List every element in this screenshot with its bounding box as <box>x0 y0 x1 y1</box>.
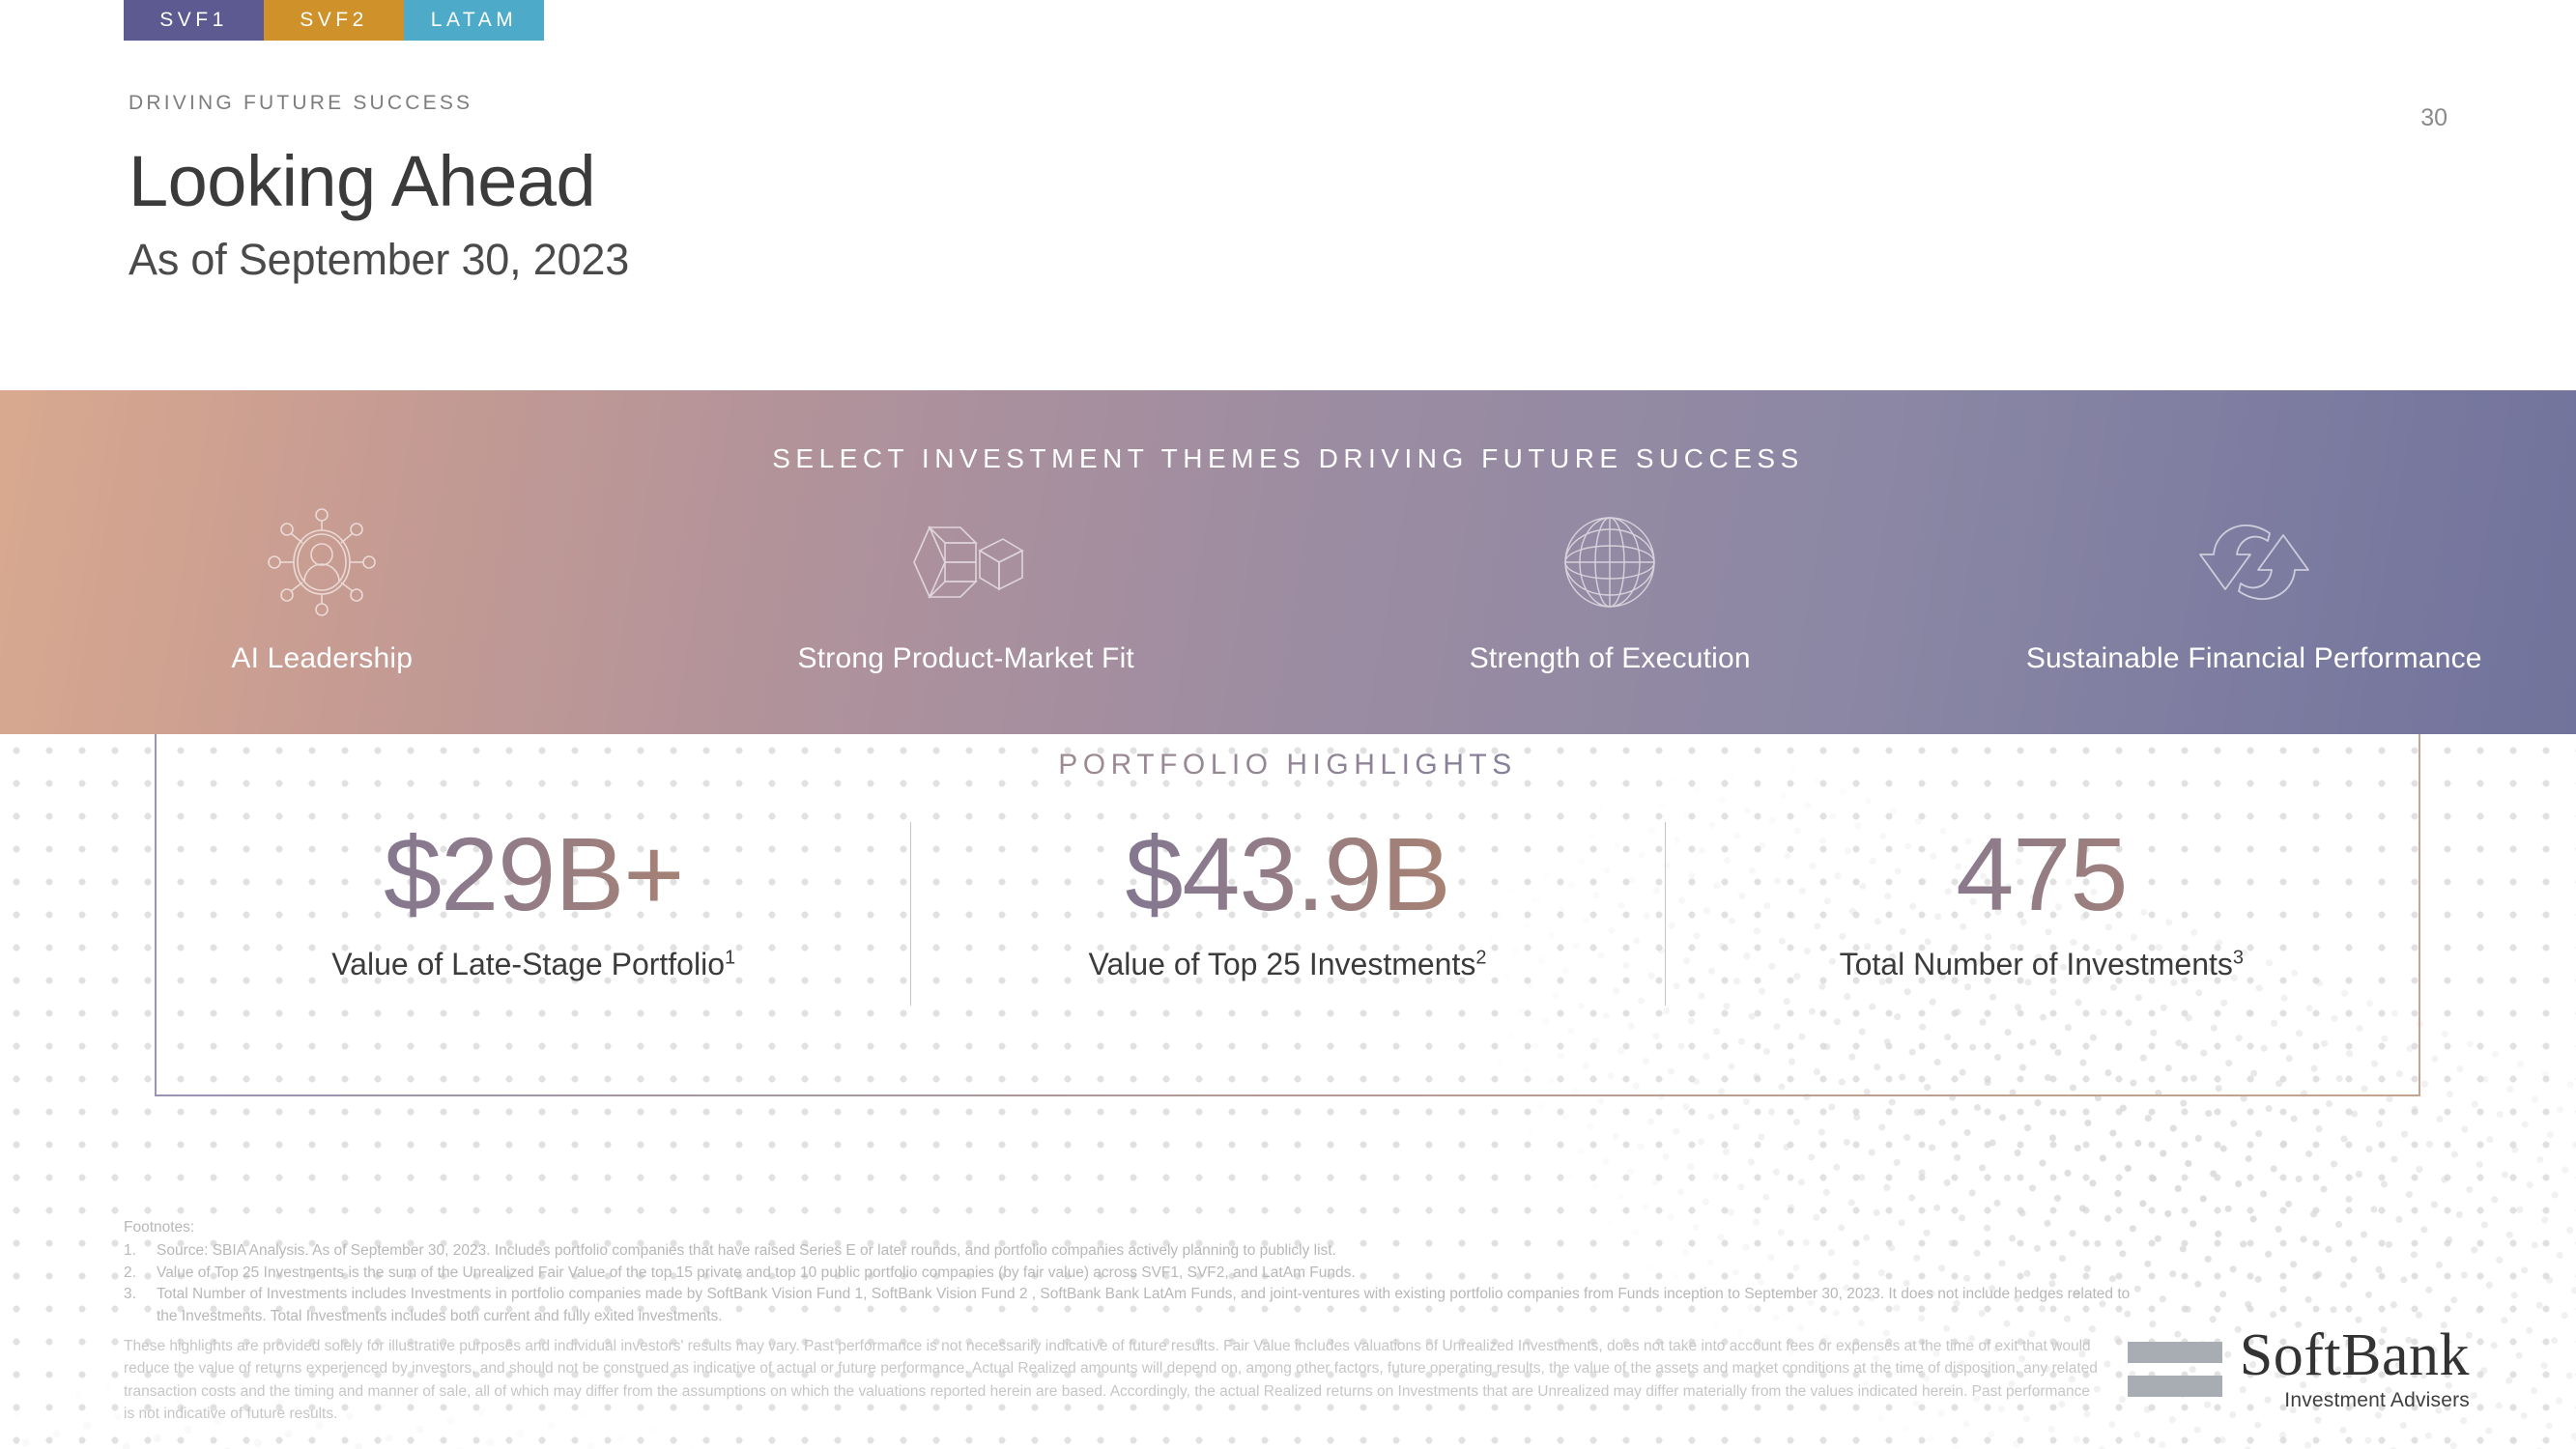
stat-label-text: Value of Late-Stage Portfolio <box>331 946 725 981</box>
stat-footnote-marker: 3 <box>2232 947 2245 969</box>
section-eyebrow: DRIVING FUTURE SUCCESS <box>129 92 473 114</box>
footnotes-block: Footnotes: 1. Source: SBIA Analysis. As … <box>124 1217 2153 1327</box>
highlights-title: PORTFOLIO HIGHLIGHTS <box>157 749 2419 781</box>
theme-ai-leadership: AI Leadership <box>0 505 644 675</box>
ai-network-person-icon <box>266 505 378 619</box>
theme-label: Strong Product-Market Fit <box>797 642 1134 674</box>
softbank-logo: SoftBank Investment Advisers <box>2127 1322 2470 1412</box>
tab-svf2[interactable]: SVF2 <box>264 0 404 41</box>
stat-label: Value of Late-Stage Portfolio1 <box>157 947 910 982</box>
stat-value: $29B+ <box>157 815 910 933</box>
stat-footnote-marker: 1 <box>724 947 736 969</box>
theme-strength-of-execution: Strength of Execution <box>1288 505 1932 675</box>
page-title: Looking Ahead <box>129 141 596 221</box>
footnote-text: Value of Top 25 Investments is the sum o… <box>157 1264 1356 1281</box>
fund-tab-bar: SVF1 SVF2 LATAM <box>124 0 544 41</box>
tab-svf1[interactable]: SVF1 <box>124 0 264 41</box>
theme-label: Sustainable Financial Performance <box>2025 642 2482 674</box>
themes-row: AI Leadership Strong Product-Market Fit <box>0 505 2576 675</box>
slide-header: DRIVING FUTURE SUCCESS Looking Ahead As … <box>129 92 629 285</box>
hexagon-cubes-icon <box>904 505 1028 619</box>
logo-bar-top <box>2127 1342 2222 1364</box>
themes-band-title: SELECT INVESTMENT THEMES DRIVING FUTURE … <box>772 443 1804 473</box>
stats-row: $29B+ Value of Late-Stage Portfolio1 $43… <box>157 815 2419 1006</box>
stat-top-25-investments: $43.9B Value of Top 25 Investments2 <box>910 815 1664 1006</box>
logo-subtitle: Investment Advisers <box>2284 1389 2470 1411</box>
tab-svf2-label: SVF2 <box>300 9 368 31</box>
logo-text: SoftBank Investment Advisers <box>2239 1322 2470 1412</box>
tab-latam[interactable]: LATAM <box>404 0 544 41</box>
disclaimer-text: These highlights are provided solely for… <box>124 1338 2098 1422</box>
stat-label-text: Value of Top 25 Investments <box>1088 946 1476 981</box>
theme-product-market-fit: Strong Product-Market Fit <box>644 505 1289 675</box>
stat-late-stage-portfolio: $29B+ Value of Late-Stage Portfolio1 <box>157 815 910 982</box>
stat-value: 475 <box>1665 815 2419 933</box>
highlights-card: PORTFOLIO HIGHLIGHTS $29B+ Value of Late… <box>155 734 2420 1096</box>
theme-label: Strength of Execution <box>1469 642 1751 674</box>
page-number: 30 <box>2420 104 2447 131</box>
footnote-item: 1. Source: SBIA Analysis. As of Septembe… <box>124 1240 2153 1262</box>
footnote-number: 3. <box>124 1286 136 1303</box>
page-subtitle: As of September 30, 2023 <box>129 234 630 284</box>
footnotes-heading: Footnotes: <box>124 1219 195 1236</box>
circular-arrows-icon <box>2194 505 2314 619</box>
investment-themes-band: SELECT INVESTMENT THEMES DRIVING FUTURE … <box>0 390 2576 734</box>
footnote-item: 3. Total Number of Investments includes … <box>124 1284 2153 1327</box>
logo-bar-bottom <box>2127 1376 2222 1398</box>
theme-sustainable-financial-performance: Sustainable Financial Performance <box>1932 505 2576 675</box>
footnote-number: 2. <box>124 1264 136 1281</box>
stat-total-investments: 475 Total Number of Investments3 <box>1664 815 2419 1006</box>
globe-wireframe-icon <box>1556 505 1664 619</box>
stat-label: Value of Top 25 Investments2 <box>910 947 1664 982</box>
footnote-number: 1. <box>124 1242 136 1260</box>
tab-latam-label: LATAM <box>430 9 518 31</box>
stat-footnote-marker: 2 <box>1475 947 1487 969</box>
stat-label-text: Total Number of Investments <box>1839 946 2233 981</box>
stat-value: $43.9B <box>910 815 1664 933</box>
tab-svf1-label: SVF1 <box>159 9 228 31</box>
logo-name: SoftBank <box>2239 1322 2470 1389</box>
stat-label: Total Number of Investments3 <box>1665 947 2419 982</box>
theme-label: AI Leadership <box>231 642 414 674</box>
softbank-bars-icon <box>2127 1342 2222 1398</box>
footnote-text: Source: SBIA Analysis. As of September 3… <box>157 1242 1336 1260</box>
footnote-item: 2. Value of Top 25 Investments is the su… <box>124 1263 2153 1284</box>
footnote-text: Total Number of Investments includes Inv… <box>157 1286 2131 1324</box>
